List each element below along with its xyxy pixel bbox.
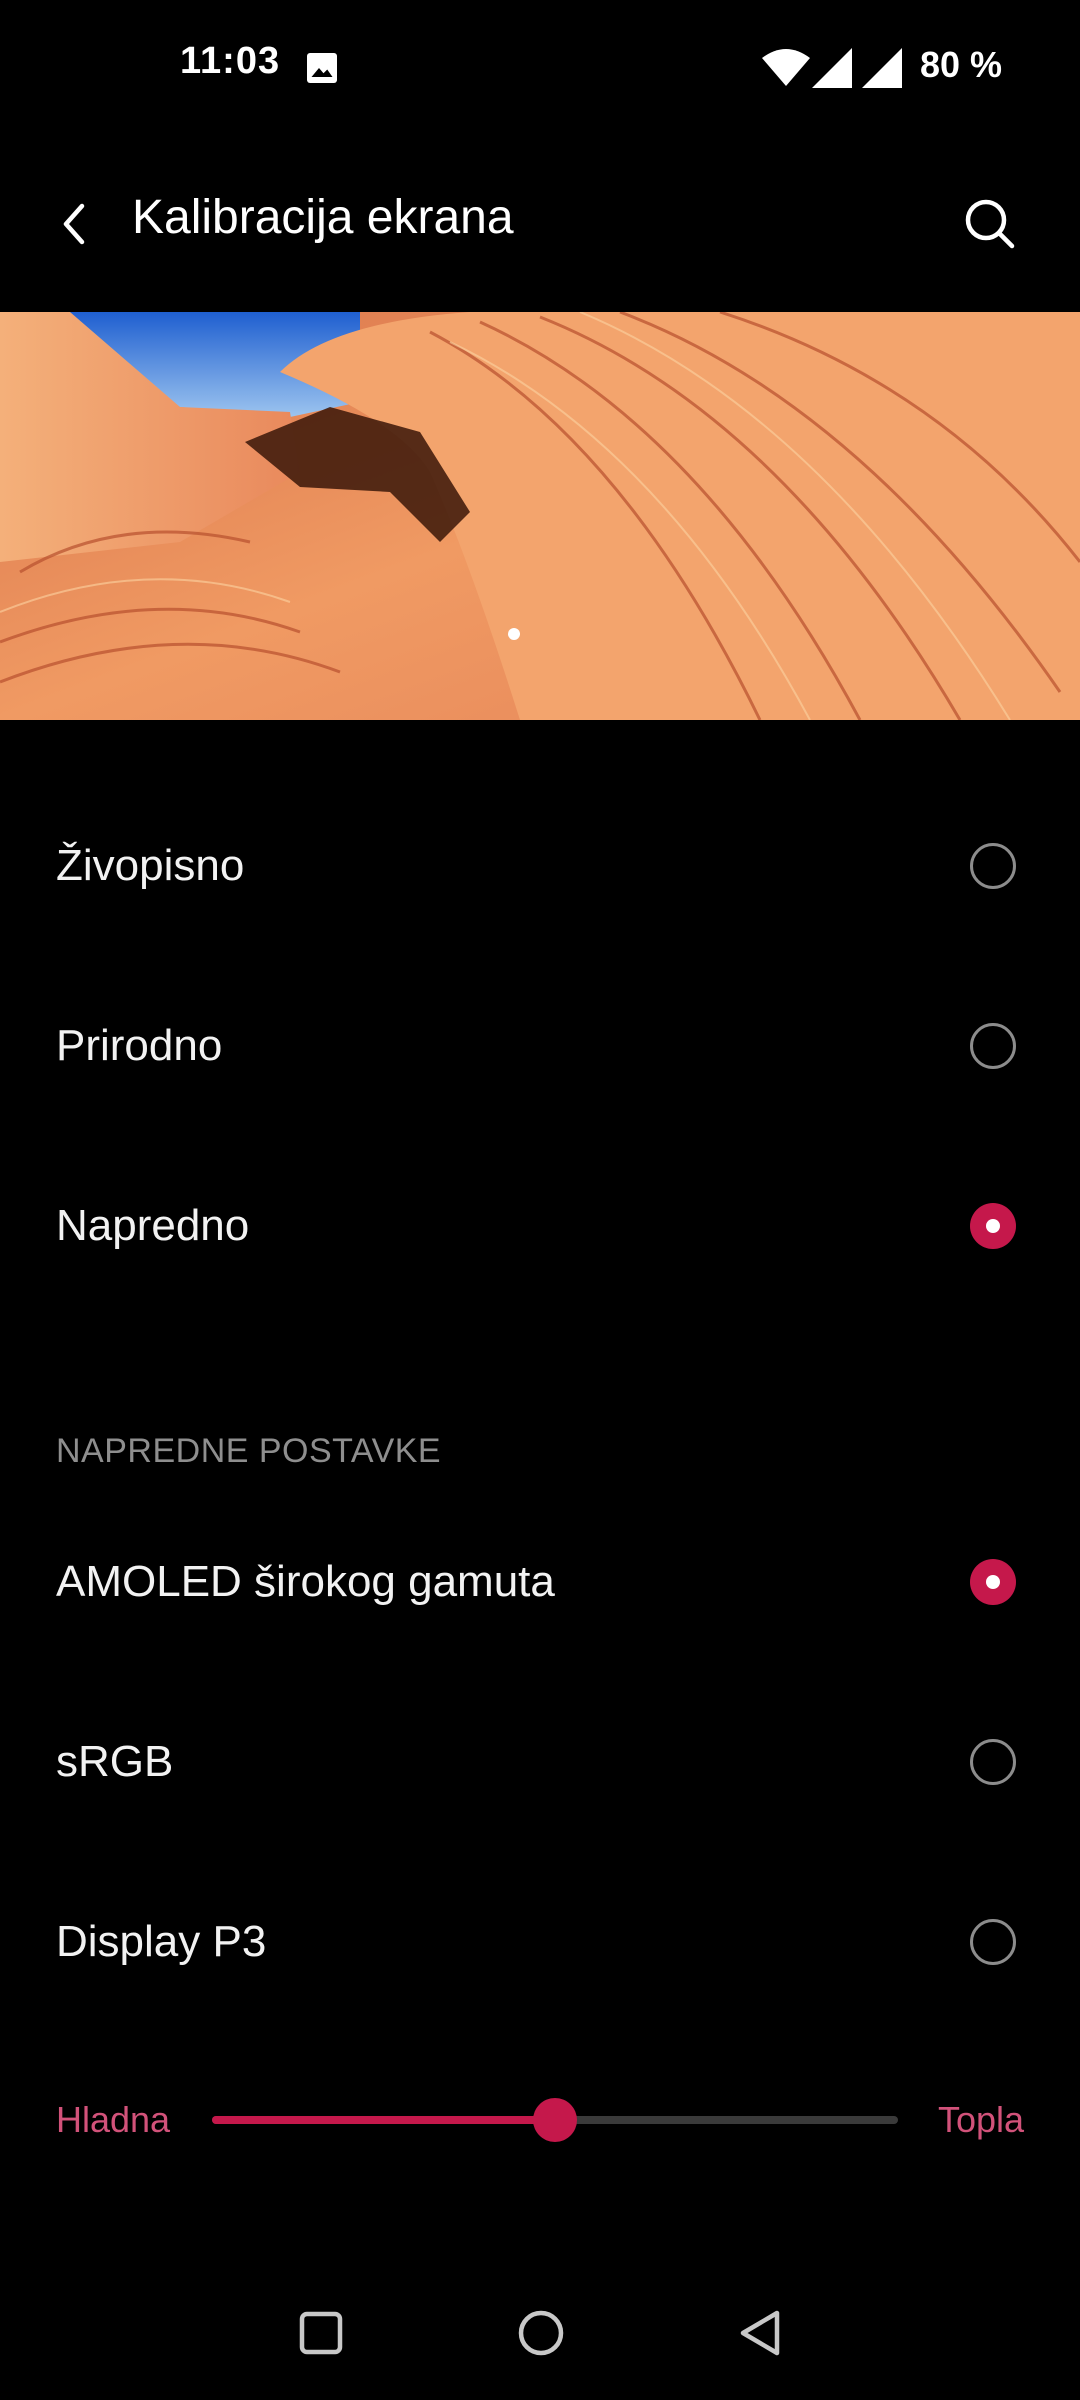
calibration-preview-image	[0, 312, 1080, 720]
home-button[interactable]	[506, 2298, 576, 2368]
option-label: Napredno	[56, 1201, 250, 1250]
app-bar: Kalibracija ekrana	[0, 136, 1080, 312]
gamut-option-srgb[interactable]: sRGB	[0, 1672, 1080, 1852]
mode-option-natural[interactable]: Prirodno	[0, 956, 1080, 1136]
radio-button[interactable]	[970, 1739, 1016, 1785]
option-label: Živopisno	[56, 841, 245, 890]
gamut-option-display-p3[interactable]: Display P3	[0, 1852, 1080, 2032]
status-time: 11:03	[180, 40, 281, 82]
gamut-option-amoled[interactable]: AMOLED širokog gamuta	[0, 1492, 1080, 1672]
home-circle-icon	[518, 2310, 564, 2356]
color-temperature-slider[interactable]	[212, 2098, 898, 2142]
option-label: Prirodno	[56, 1021, 223, 1070]
back-button[interactable]	[44, 180, 104, 268]
radio-button[interactable]	[970, 1023, 1016, 1069]
signal-icon	[812, 48, 852, 88]
slider-thumb[interactable]	[533, 2098, 577, 2142]
radio-button-selected[interactable]	[970, 1203, 1016, 1249]
option-label: sRGB	[56, 1737, 174, 1786]
color-temperature-slider-row: Hladna Topla	[0, 2080, 1080, 2160]
search-button[interactable]	[948, 182, 1032, 266]
recents-square-icon	[299, 2311, 343, 2355]
back-arrow-icon	[63, 203, 85, 245]
image-icon	[307, 53, 337, 83]
wifi-icon	[762, 49, 810, 86]
recents-button[interactable]	[286, 2298, 356, 2368]
status-bar: 11:03 80 %	[0, 0, 1080, 136]
signal-icon	[862, 48, 902, 88]
section-header: NAPREDNE POSTAVKE	[56, 1432, 442, 1470]
radio-button[interactable]	[970, 843, 1016, 889]
battery-percentage: 80 %	[920, 44, 1003, 85]
search-icon	[965, 199, 1015, 249]
navigation-bar	[0, 2270, 1080, 2400]
slider-fill	[212, 2116, 555, 2124]
mode-option-vivid[interactable]: Živopisno	[0, 776, 1080, 956]
option-label: Display P3	[56, 1917, 267, 1966]
slider-min-label: Hladna	[56, 2099, 171, 2140]
radio-button-selected[interactable]	[970, 1559, 1016, 1605]
back-triangle-icon	[740, 2310, 780, 2356]
landscape-preview	[0, 312, 1080, 720]
mode-option-advanced[interactable]: Napredno	[0, 1136, 1080, 1316]
nav-back-button[interactable]	[726, 2298, 796, 2368]
page-title: Kalibracija ekrana	[132, 191, 514, 244]
page-indicator-dot	[508, 628, 520, 640]
slider-max-label: Topla	[938, 2099, 1025, 2140]
option-label: AMOLED širokog gamuta	[56, 1557, 555, 1606]
radio-button[interactable]	[970, 1919, 1016, 1965]
